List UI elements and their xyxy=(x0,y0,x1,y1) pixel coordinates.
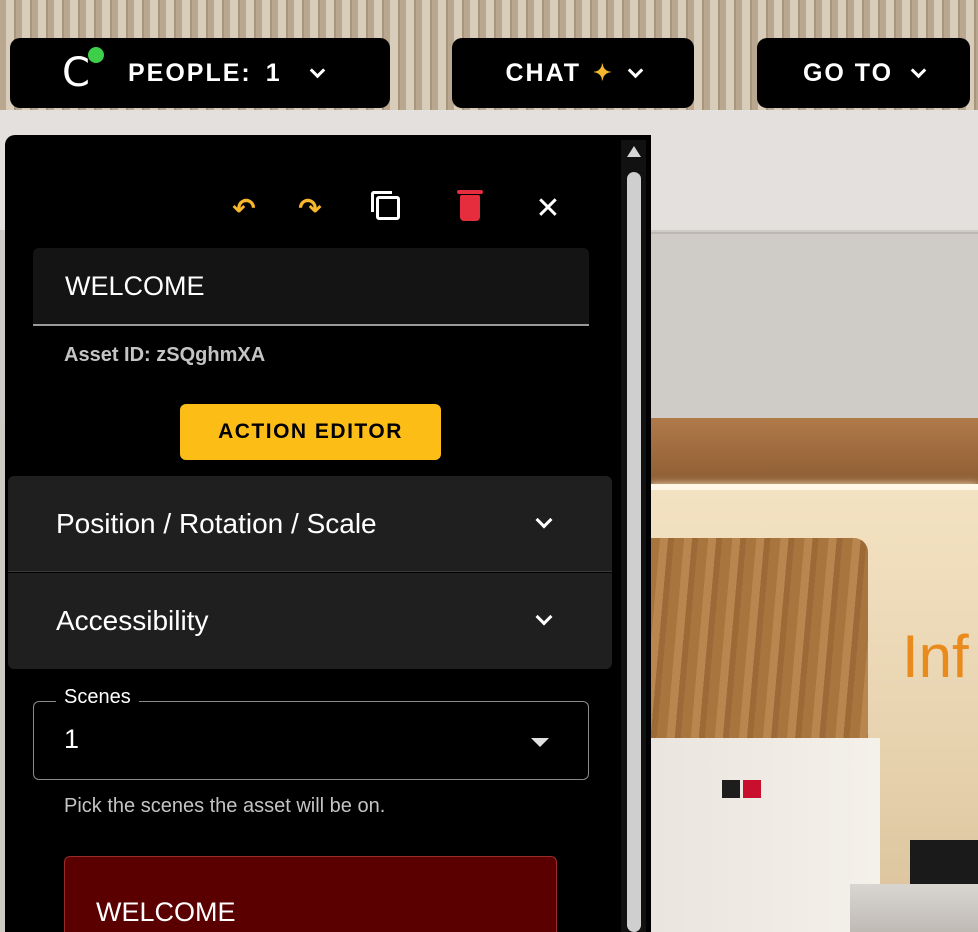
position-rotation-scale-accordion[interactable]: Position / Rotation / Scale xyxy=(8,476,612,572)
chevron-down-icon xyxy=(910,62,927,78)
logo-letter: C xyxy=(62,50,90,96)
preview-text: WELCOME xyxy=(96,897,236,927)
accordion-label: Accessibility xyxy=(56,605,209,636)
scene-asset-markers[interactable] xyxy=(722,780,764,798)
wall-trim xyxy=(650,232,978,234)
duplicate-icon xyxy=(371,191,400,220)
wood-band xyxy=(650,418,978,486)
people-menu-button[interactable]: C PEOPLE: 1 xyxy=(10,38,390,108)
people-count: 1 xyxy=(265,58,282,87)
chevron-down-icon xyxy=(627,62,643,78)
chat-label: CHAT xyxy=(505,58,582,87)
goto-label: GO TO xyxy=(802,58,894,87)
scroll-up-arrow-icon[interactable] xyxy=(627,146,641,157)
scenes-helper-text: Pick the scenes the asset will be on. xyxy=(64,795,386,817)
close-icon: ✕ xyxy=(535,190,561,226)
panel-scrollbar-thumb[interactable] xyxy=(627,172,641,932)
asset-name-value: WELCOME xyxy=(65,270,205,301)
sparkle-icon: ✦ xyxy=(593,60,612,85)
online-status-dot xyxy=(88,47,104,63)
reception-desk xyxy=(850,884,978,932)
redo-icon: ↷ xyxy=(298,191,322,225)
goto-menu-button[interactable]: GO TO xyxy=(757,38,970,108)
scenes-selected-value: 1 xyxy=(64,724,80,754)
chevron-down-icon xyxy=(535,608,553,626)
undo-button[interactable]: ↶ xyxy=(226,190,262,226)
action-editor-button[interactable]: ACTION EDITOR xyxy=(180,404,441,460)
people-label: PEOPLE: xyxy=(128,58,252,87)
accessibility-accordion[interactable]: Accessibility xyxy=(8,573,612,669)
asset-marker-icon[interactable] xyxy=(722,780,740,798)
info-sign-text: Inf xyxy=(902,623,969,690)
scenes-label: Scenes xyxy=(56,686,139,709)
app-logo: C xyxy=(54,47,104,96)
asset-id-text: Asset ID: zSQghmXA xyxy=(64,344,266,366)
asset-marker-red-icon[interactable] xyxy=(743,780,761,798)
wood-panel xyxy=(650,538,868,738)
delete-button[interactable] xyxy=(452,190,488,226)
asset-name-input[interactable]: WELCOME xyxy=(33,248,589,326)
trash-icon xyxy=(457,190,483,221)
chat-menu-button[interactable]: CHAT ✦ xyxy=(452,38,694,108)
chevron-down-icon xyxy=(309,62,325,78)
scenes-select[interactable] xyxy=(33,701,589,780)
asset-toolbar: ↶ ↷ ✕ xyxy=(0,190,620,230)
accordion-label: Position / Rotation / Scale xyxy=(56,507,377,539)
redo-button[interactable]: ↷ xyxy=(292,190,328,226)
duplicate-button[interactable] xyxy=(370,190,406,226)
chevron-down-icon xyxy=(535,511,553,529)
desk-monitor xyxy=(910,840,978,884)
dropdown-caret-icon[interactable] xyxy=(531,738,549,747)
close-panel-button[interactable]: ✕ xyxy=(530,190,566,226)
asset-preview-card: WELCOME xyxy=(64,856,557,932)
info-pillar xyxy=(650,738,880,932)
undo-icon: ↶ xyxy=(232,191,256,225)
